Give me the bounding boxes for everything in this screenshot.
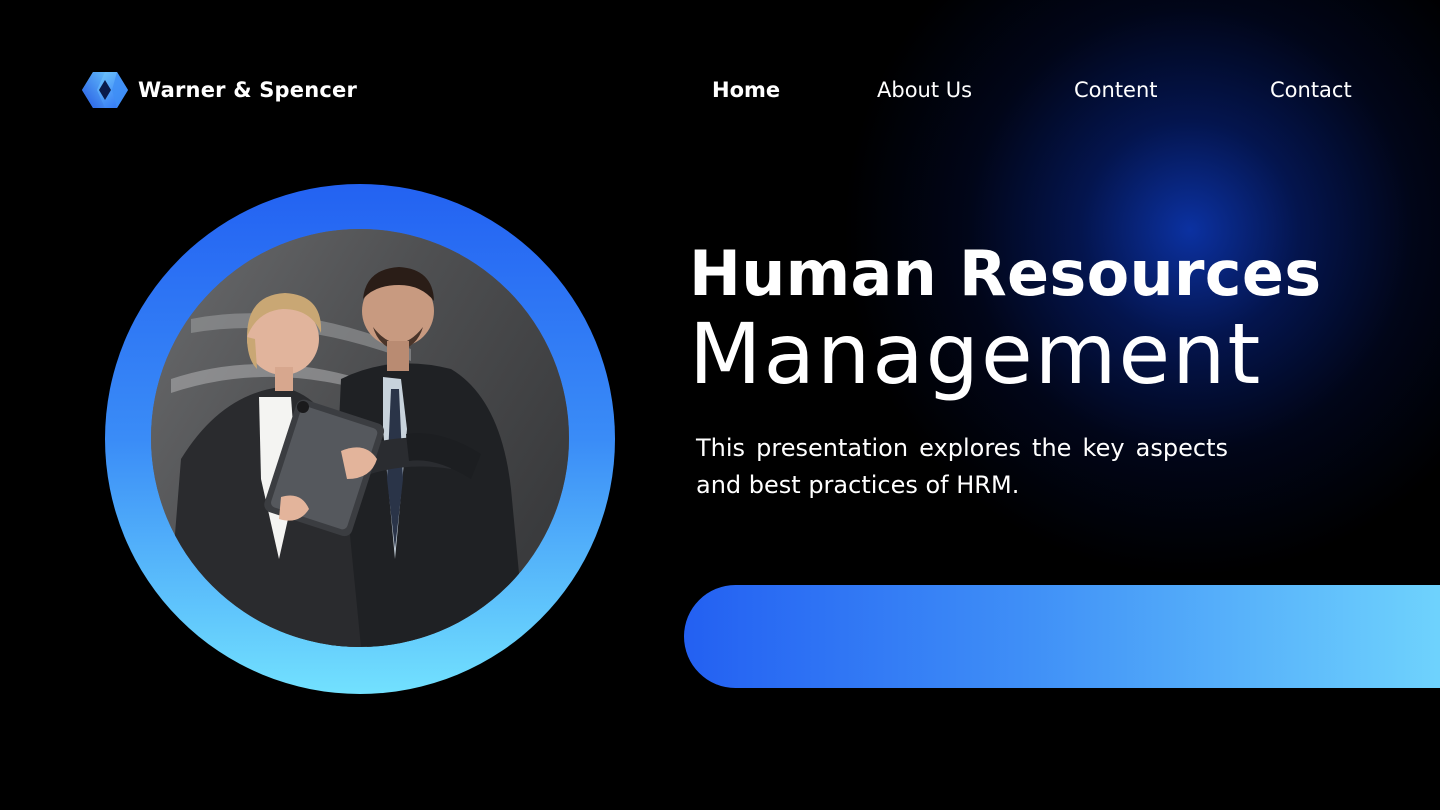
hero-description: This presentation explores the key aspec… <box>696 434 1228 499</box>
hero-title-line-2: Management <box>689 305 1263 403</box>
hero-photo <box>151 229 569 647</box>
nav-item-content[interactable]: Content <box>1074 78 1158 102</box>
business-people-image <box>151 229 569 647</box>
hero-title-line-1: Human Resources <box>689 237 1322 310</box>
nav-item-about-us[interactable]: About Us <box>877 78 972 102</box>
nav-item-contact[interactable]: Contact <box>1270 78 1352 102</box>
accent-pill-bar <box>684 585 1440 688</box>
nav-item-home[interactable]: Home <box>712 78 780 102</box>
slide-page: Warner & Spencer Home About Us Content C… <box>0 0 1440 810</box>
main-nav: Home About Us Content Contact <box>0 78 1440 108</box>
